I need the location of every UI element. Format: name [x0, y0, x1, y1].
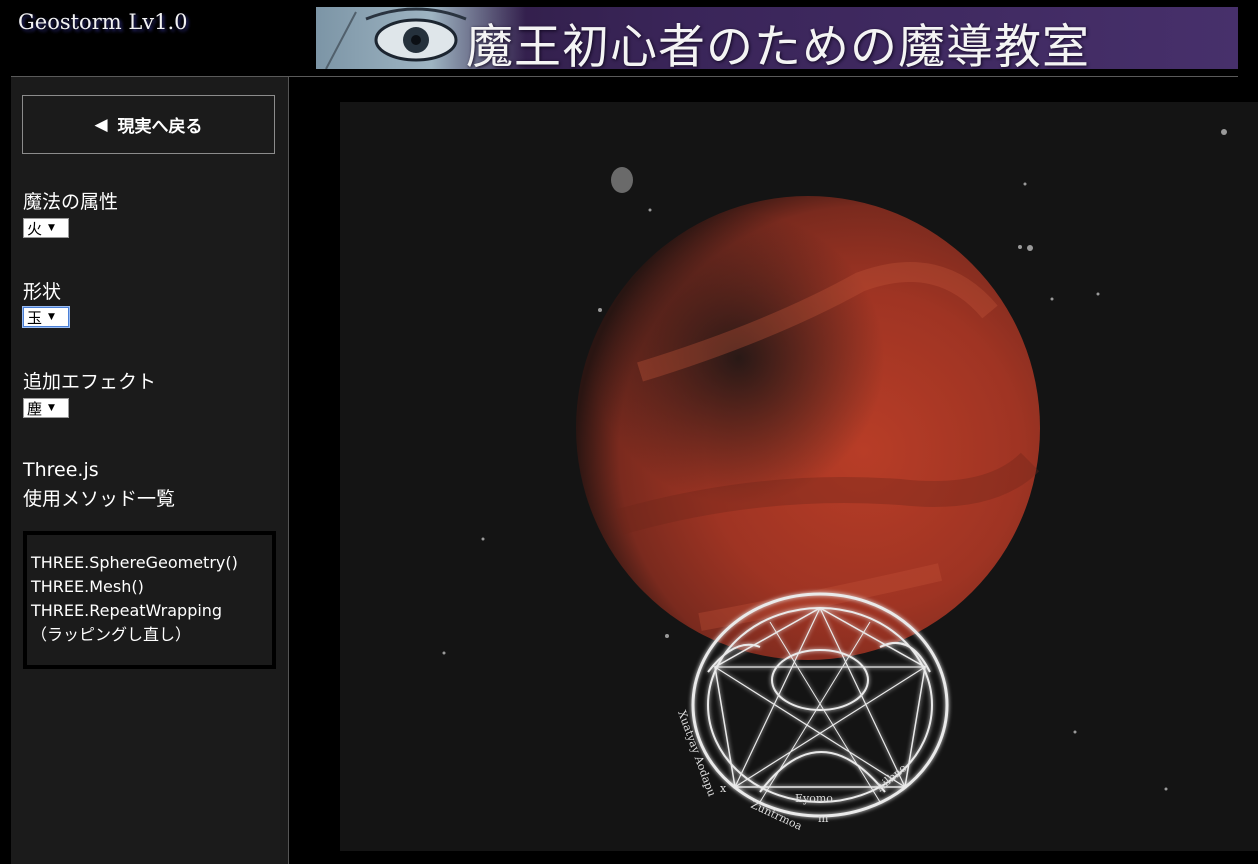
shape-select[interactable]: 玉 ▼: [22, 306, 70, 328]
methods-title: Three.js 使用メソッド一覧: [23, 456, 175, 514]
sidebar: ◀ 現実へ戻る 魔法の属性 火 ▼ 形状 玉 ▼ 追加エフェクト 塵 ▼ Thr…: [11, 77, 289, 864]
svg-text:m: m: [818, 812, 829, 825]
shape-select-value: 玉: [27, 308, 43, 327]
element-select-value: 火: [27, 219, 43, 238]
svg-text:x: x: [720, 782, 727, 795]
element-label: 魔法の属性: [23, 191, 119, 213]
svg-text:Xuatyay Aodapu: Xuatyay Aodapu: [675, 709, 718, 799]
effect-label: 追加エフェクト: [23, 371, 157, 393]
method-item: （ラッピングし直し）: [31, 625, 192, 644]
effect-select-value: 塵: [27, 399, 43, 418]
banner-title: 魔王初心者のための魔導教室: [466, 20, 1090, 69]
methods-list: THREE.SphereGeometry() THREE.Mesh() THRE…: [23, 531, 276, 669]
shape-label: 形状: [23, 281, 62, 303]
methods-title-line: Three.js: [23, 459, 99, 481]
method-item: THREE.SphereGeometry(): [31, 553, 238, 572]
effect-select[interactable]: 塵 ▼: [23, 398, 69, 418]
element-select[interactable]: 火 ▼: [23, 218, 69, 238]
moon-particle: [611, 167, 633, 193]
triangle-left-icon: ◀: [94, 114, 108, 135]
caret-down-icon: ▼: [48, 403, 55, 413]
app-title: Geostorm Lv1.0: [18, 10, 188, 34]
methods-title-line: 使用メソッド一覧: [23, 488, 176, 510]
fire-sphere: [576, 196, 1040, 660]
banner: 魔王初心者のための魔導教室: [316, 7, 1238, 69]
caret-down-icon: ▼: [48, 312, 55, 322]
back-button[interactable]: ◀ 現実へ戻る: [22, 95, 275, 154]
caret-down-icon: ▼: [48, 223, 55, 233]
threejs-canvas[interactable]: Xuatyay Aodapu Zuntrmoa Eyomo Ailbno m x: [340, 102, 1258, 851]
method-item: THREE.RepeatWrapping: [31, 601, 223, 620]
svg-text:Eyomo: Eyomo: [795, 792, 833, 805]
method-item: THREE.Mesh(): [31, 577, 144, 596]
back-button-label: 現実へ戻る: [117, 117, 203, 137]
